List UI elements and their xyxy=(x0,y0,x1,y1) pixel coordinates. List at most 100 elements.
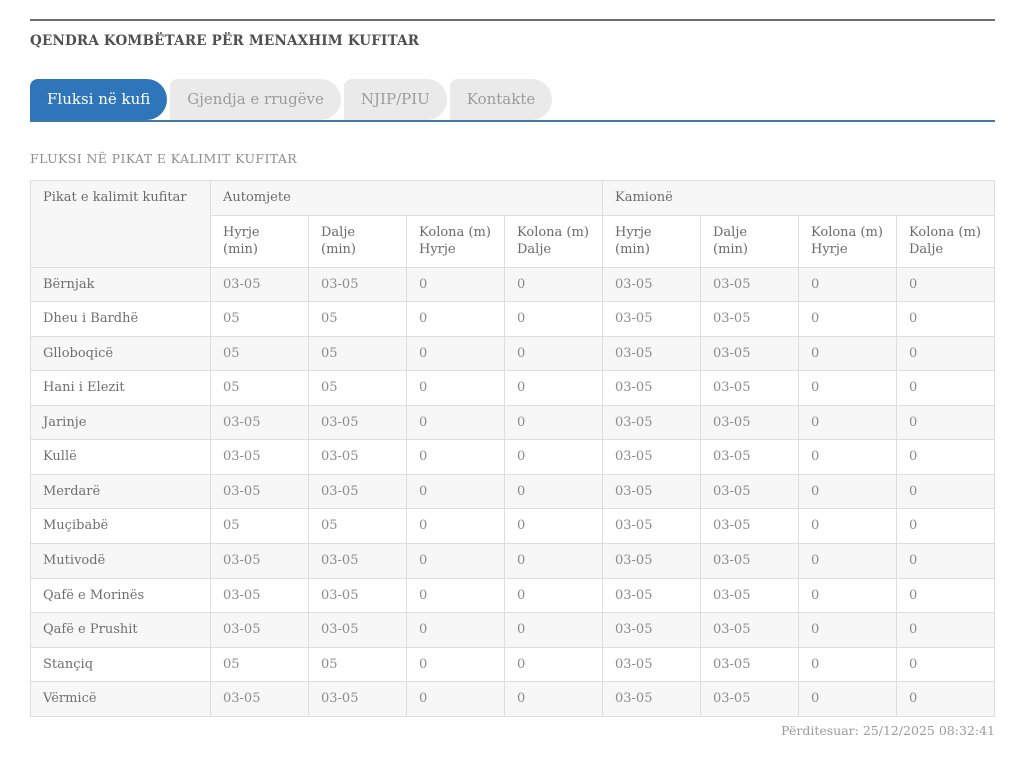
table-row: Kullë03-0503-050003-0503-0500 xyxy=(31,440,995,475)
cell-value: 03-05 xyxy=(701,336,799,371)
table-row: Bërnjak03-0503-050003-0503-0500 xyxy=(31,267,995,302)
cell-value: 0 xyxy=(799,647,897,682)
column-header-kamione-kolona-hyrje: Kolona (m)Hyrje xyxy=(799,215,897,267)
crossing-point-name: Merdarë xyxy=(31,474,211,509)
cell-value: 03-05 xyxy=(309,544,407,579)
cell-value: 03-05 xyxy=(211,682,309,717)
table-row: Dheu i Bardhë05050003-0503-0500 xyxy=(31,302,995,337)
cell-value: 0 xyxy=(407,302,505,337)
cell-value: 03-05 xyxy=(309,474,407,509)
cell-value: 0 xyxy=(897,336,995,371)
cell-value: 03-05 xyxy=(603,474,701,509)
cell-value: 05 xyxy=(211,371,309,406)
column-header-kamione-kolona-dalje: Kolona (m)Dalje xyxy=(897,215,995,267)
cell-value: 0 xyxy=(407,578,505,613)
table-row: Mutivodë03-0503-050003-0503-0500 xyxy=(31,544,995,579)
column-header-kamione-hyrje-min: Hyrje (min) xyxy=(603,215,701,267)
crossing-point-name: Hani i Elezit xyxy=(31,371,211,406)
cell-value: 0 xyxy=(407,613,505,648)
table-row: Hani i Elezit05050003-0503-0500 xyxy=(31,371,995,406)
cell-value: 03-05 xyxy=(701,371,799,406)
cell-value: 0 xyxy=(407,474,505,509)
cell-value: 0 xyxy=(897,647,995,682)
cell-value: 0 xyxy=(799,267,897,302)
cell-value: 03-05 xyxy=(701,682,799,717)
cell-value: 0 xyxy=(407,405,505,440)
cell-value: 0 xyxy=(407,647,505,682)
cell-value: 0 xyxy=(505,474,603,509)
cell-value: 03-05 xyxy=(701,405,799,440)
cell-value: 0 xyxy=(799,613,897,648)
cell-value: 03-05 xyxy=(211,440,309,475)
cell-value: 0 xyxy=(407,682,505,717)
top-divider xyxy=(30,19,995,21)
cell-value: 03-05 xyxy=(603,302,701,337)
cell-value: 03-05 xyxy=(701,302,799,337)
page-title: QENDRA KOMBËTARE PËR MENAXHIM KUFITAR xyxy=(30,33,995,49)
cell-value: 0 xyxy=(799,509,897,544)
column-header-automjete-kolona-hyrje: Kolona (m)Hyrje xyxy=(407,215,505,267)
cell-value: 03-05 xyxy=(603,440,701,475)
cell-value: 0 xyxy=(505,302,603,337)
cell-value: 0 xyxy=(897,405,995,440)
cell-value: 03-05 xyxy=(603,578,701,613)
cell-value: 03-05 xyxy=(603,336,701,371)
cell-value: 0 xyxy=(505,682,603,717)
tab-njip-piu[interactable]: NJIP/PIU xyxy=(344,79,447,120)
section-title: FLUKSI NË PIKAT E KALIMIT KUFITAR xyxy=(30,151,995,166)
cell-value: 03-05 xyxy=(309,440,407,475)
cell-value: 0 xyxy=(799,544,897,579)
cell-value: 0 xyxy=(505,544,603,579)
cell-value: 03-05 xyxy=(603,509,701,544)
cell-value: 03-05 xyxy=(701,544,799,579)
crossing-point-name: Glloboqicë xyxy=(31,336,211,371)
table-row: Qafë e Prushit03-0503-050003-0503-0500 xyxy=(31,613,995,648)
tab-fluksi-ne-kufi[interactable]: Fluksi në kufi xyxy=(30,79,167,120)
cell-value: 03-05 xyxy=(309,578,407,613)
cell-value: 03-05 xyxy=(309,613,407,648)
tab-gjendja-e-rrugeve[interactable]: Gjendja e rrugëve xyxy=(170,79,341,120)
column-group-kamione: Kamionë xyxy=(603,181,995,216)
cell-value: 0 xyxy=(799,578,897,613)
cell-value: 03-05 xyxy=(603,544,701,579)
cell-value: 0 xyxy=(505,613,603,648)
cell-value: 03-05 xyxy=(603,647,701,682)
cell-value: 05 xyxy=(211,302,309,337)
cell-value: 0 xyxy=(897,371,995,406)
table-body: Bërnjak03-0503-050003-0503-0500Dheu i Ba… xyxy=(31,267,995,716)
cell-value: 0 xyxy=(505,336,603,371)
cell-value: 03-05 xyxy=(701,509,799,544)
cell-value: 03-05 xyxy=(701,440,799,475)
cell-value: 03-05 xyxy=(211,267,309,302)
cell-value: 0 xyxy=(407,544,505,579)
cell-value: 03-05 xyxy=(701,578,799,613)
cell-value: 03-05 xyxy=(701,613,799,648)
cell-value: 0 xyxy=(505,509,603,544)
table-row: Stançiq05050003-0503-0500 xyxy=(31,647,995,682)
crossing-point-name: Muçibabë xyxy=(31,509,211,544)
cell-value: 05 xyxy=(309,336,407,371)
cell-value: 0 xyxy=(799,474,897,509)
cell-value: 0 xyxy=(799,371,897,406)
cell-value: 03-05 xyxy=(603,682,701,717)
tab-kontakte[interactable]: Kontakte xyxy=(450,79,552,120)
crossing-point-name: Qafë e Prushit xyxy=(31,613,211,648)
column-header-automjete-dalje-min: Dalje (min) xyxy=(309,215,407,267)
crossing-point-name: Dheu i Bardhë xyxy=(31,302,211,337)
cell-value: 0 xyxy=(505,267,603,302)
cell-value: 03-05 xyxy=(603,371,701,406)
cell-value: 0 xyxy=(897,302,995,337)
tab-bar: Fluksi në kufiGjendja e rrugëveNJIP/PIUK… xyxy=(30,79,995,122)
cell-value: 03-05 xyxy=(211,544,309,579)
column-header-kamione-dalje-min: Dalje (min) xyxy=(701,215,799,267)
cell-value: 0 xyxy=(897,578,995,613)
column-header-crossing-points: Pikat e kalimit kufitar xyxy=(31,181,211,268)
cell-value: 0 xyxy=(505,578,603,613)
cell-value: 03-05 xyxy=(309,405,407,440)
cell-value: 03-05 xyxy=(603,405,701,440)
cell-value: 03-05 xyxy=(211,578,309,613)
cell-value: 03-05 xyxy=(211,405,309,440)
column-header-automjete-hyrje-min: Hyrje (min) xyxy=(211,215,309,267)
column-header-automjete-kolona-dalje: Kolona (m)Dalje xyxy=(505,215,603,267)
cell-value: 03-05 xyxy=(701,474,799,509)
